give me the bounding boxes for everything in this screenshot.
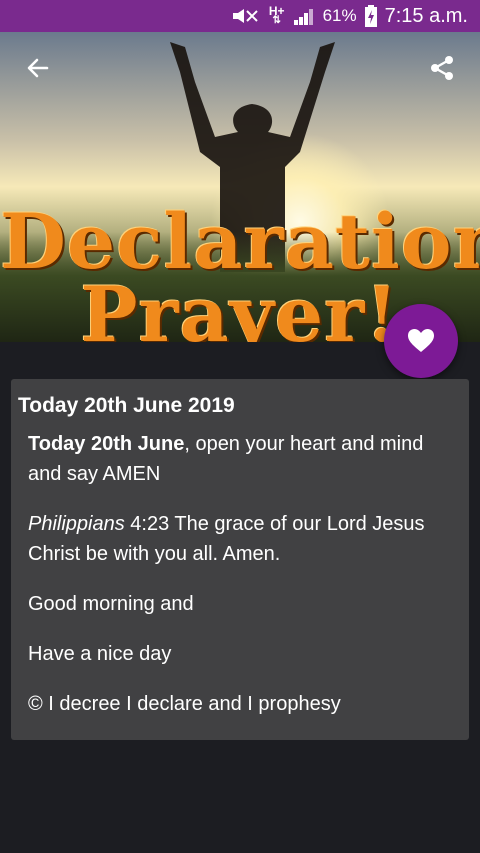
paragraph-intro: Today 20th June, open your heart and min…: [28, 429, 453, 489]
card-title: Today 20th June 2019: [18, 394, 235, 417]
header-image: Declaration Prayer!: [0, 32, 480, 342]
signal-icon: [293, 7, 315, 25]
date-bold: Today 20th June: [28, 433, 185, 455]
paragraph-wish: Have a nice day: [28, 643, 172, 665]
card-body: Today 20th June, open your heart and min…: [28, 429, 453, 739]
prayer-card: Today 20th June 2019 Today 20th June, op…: [11, 379, 469, 740]
verse-book: Philippians: [28, 513, 125, 535]
favorite-button[interactable]: [384, 304, 458, 378]
status-bar: H+ ⇅ 61% 7:15 a.m.: [0, 0, 480, 32]
paragraph-verse: Philippians 4:23 The grace of our Lord J…: [28, 509, 453, 569]
arrow-left-icon: [27, 58, 49, 78]
heart-icon: [408, 329, 434, 352]
share-icon: [431, 56, 453, 80]
paragraph-decree: © I decree I declare and I prophesy: [28, 693, 341, 715]
mute-icon: [231, 7, 261, 25]
paragraph-greeting: Good morning and: [28, 593, 194, 615]
clock: 7:15 a.m.: [384, 4, 468, 27]
back-button[interactable]: [18, 48, 58, 88]
share-button[interactable]: [422, 48, 462, 88]
battery-charging-icon: [364, 5, 377, 27]
network-type-icon: H+ ⇅: [268, 4, 285, 26]
battery-percent: 61%: [322, 6, 357, 25]
